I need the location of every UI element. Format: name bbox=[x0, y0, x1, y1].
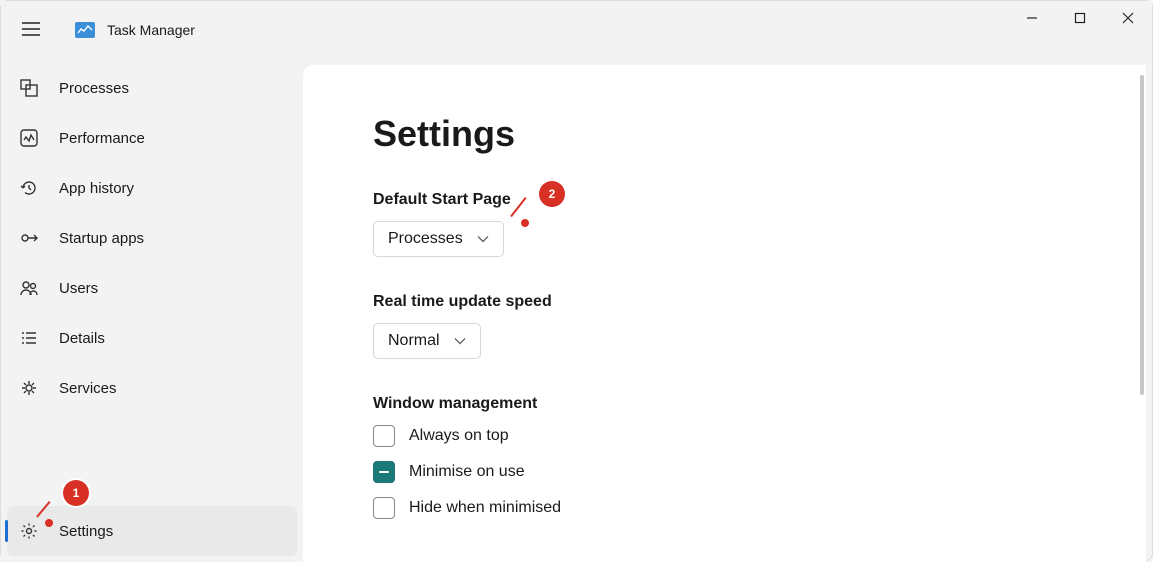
dropdown-value: Processes bbox=[388, 230, 463, 248]
sidebar: Processes Performance App history Startu… bbox=[1, 59, 303, 562]
sidebar-item-label: Details bbox=[59, 330, 105, 347]
app-title: Task Manager bbox=[107, 22, 195, 38]
section-window-mgmt-label: Window management bbox=[373, 395, 1076, 413]
default-start-page-dropdown[interactable]: Processes bbox=[373, 221, 504, 257]
window-controls bbox=[1008, 1, 1152, 37]
minimize-button[interactable] bbox=[1008, 1, 1056, 37]
checkbox[interactable] bbox=[373, 461, 395, 483]
processes-icon bbox=[19, 78, 39, 98]
option-label: Always on top bbox=[409, 427, 509, 445]
sidebar-item-processes[interactable]: Processes bbox=[1, 63, 303, 113]
users-icon bbox=[19, 278, 39, 298]
sidebar-item-apphistory[interactable]: App history bbox=[1, 163, 303, 213]
sidebar-item-label: App history bbox=[59, 180, 134, 197]
details-icon bbox=[19, 328, 39, 348]
minimize-icon bbox=[1026, 12, 1038, 27]
sidebar-item-startup[interactable]: Startup apps bbox=[1, 213, 303, 263]
chevron-down-icon bbox=[454, 332, 466, 350]
sidebar-item-label: Performance bbox=[59, 130, 145, 147]
chevron-down-icon bbox=[477, 230, 489, 248]
settings-page: Settings Default Start Page Processes Re… bbox=[303, 65, 1146, 562]
history-icon bbox=[19, 178, 39, 198]
section-default-start-label: Default Start Page bbox=[373, 191, 1076, 209]
close-button[interactable] bbox=[1104, 1, 1152, 37]
sidebar-item-label: Startup apps bbox=[59, 230, 144, 247]
checkbox[interactable] bbox=[373, 497, 395, 519]
maximize-icon bbox=[1074, 12, 1086, 27]
sidebar-item-details[interactable]: Details bbox=[1, 313, 303, 363]
option-label: Hide when minimised bbox=[409, 499, 561, 517]
services-icon bbox=[19, 378, 39, 398]
option-hide-when-minimised[interactable]: Hide when minimised bbox=[373, 497, 1076, 519]
sidebar-item-users[interactable]: Users bbox=[1, 263, 303, 313]
section-update-speed-label: Real time update speed bbox=[373, 293, 1076, 311]
checkbox[interactable] bbox=[373, 425, 395, 447]
performance-icon bbox=[19, 128, 39, 148]
titlebar: Task Manager bbox=[1, 1, 1152, 59]
hamburger-icon bbox=[22, 22, 40, 39]
sidebar-item-label: Settings bbox=[59, 523, 113, 540]
sidebar-item-label: Services bbox=[59, 380, 117, 397]
hamburger-button[interactable] bbox=[11, 10, 51, 50]
gear-icon bbox=[19, 521, 39, 541]
sidebar-item-services[interactable]: Services bbox=[1, 363, 303, 413]
sidebar-item-settings[interactable]: Settings bbox=[7, 506, 297, 556]
sidebar-item-label: Users bbox=[59, 280, 98, 297]
option-minimise-on-use[interactable]: Minimise on use bbox=[373, 461, 1076, 483]
sidebar-item-label: Processes bbox=[59, 80, 129, 97]
scrollbar-thumb[interactable] bbox=[1140, 75, 1144, 395]
maximize-button[interactable] bbox=[1056, 1, 1104, 37]
app-icon bbox=[75, 22, 95, 38]
startup-icon bbox=[19, 228, 39, 248]
page-title: Settings bbox=[373, 113, 1076, 155]
option-always-on-top[interactable]: Always on top bbox=[373, 425, 1076, 447]
dropdown-value: Normal bbox=[388, 332, 440, 350]
update-speed-dropdown[interactable]: Normal bbox=[373, 323, 481, 359]
option-label: Minimise on use bbox=[409, 463, 525, 481]
sidebar-item-performance[interactable]: Performance bbox=[1, 113, 303, 163]
scrollbar[interactable] bbox=[1140, 75, 1144, 552]
close-icon bbox=[1122, 12, 1134, 27]
